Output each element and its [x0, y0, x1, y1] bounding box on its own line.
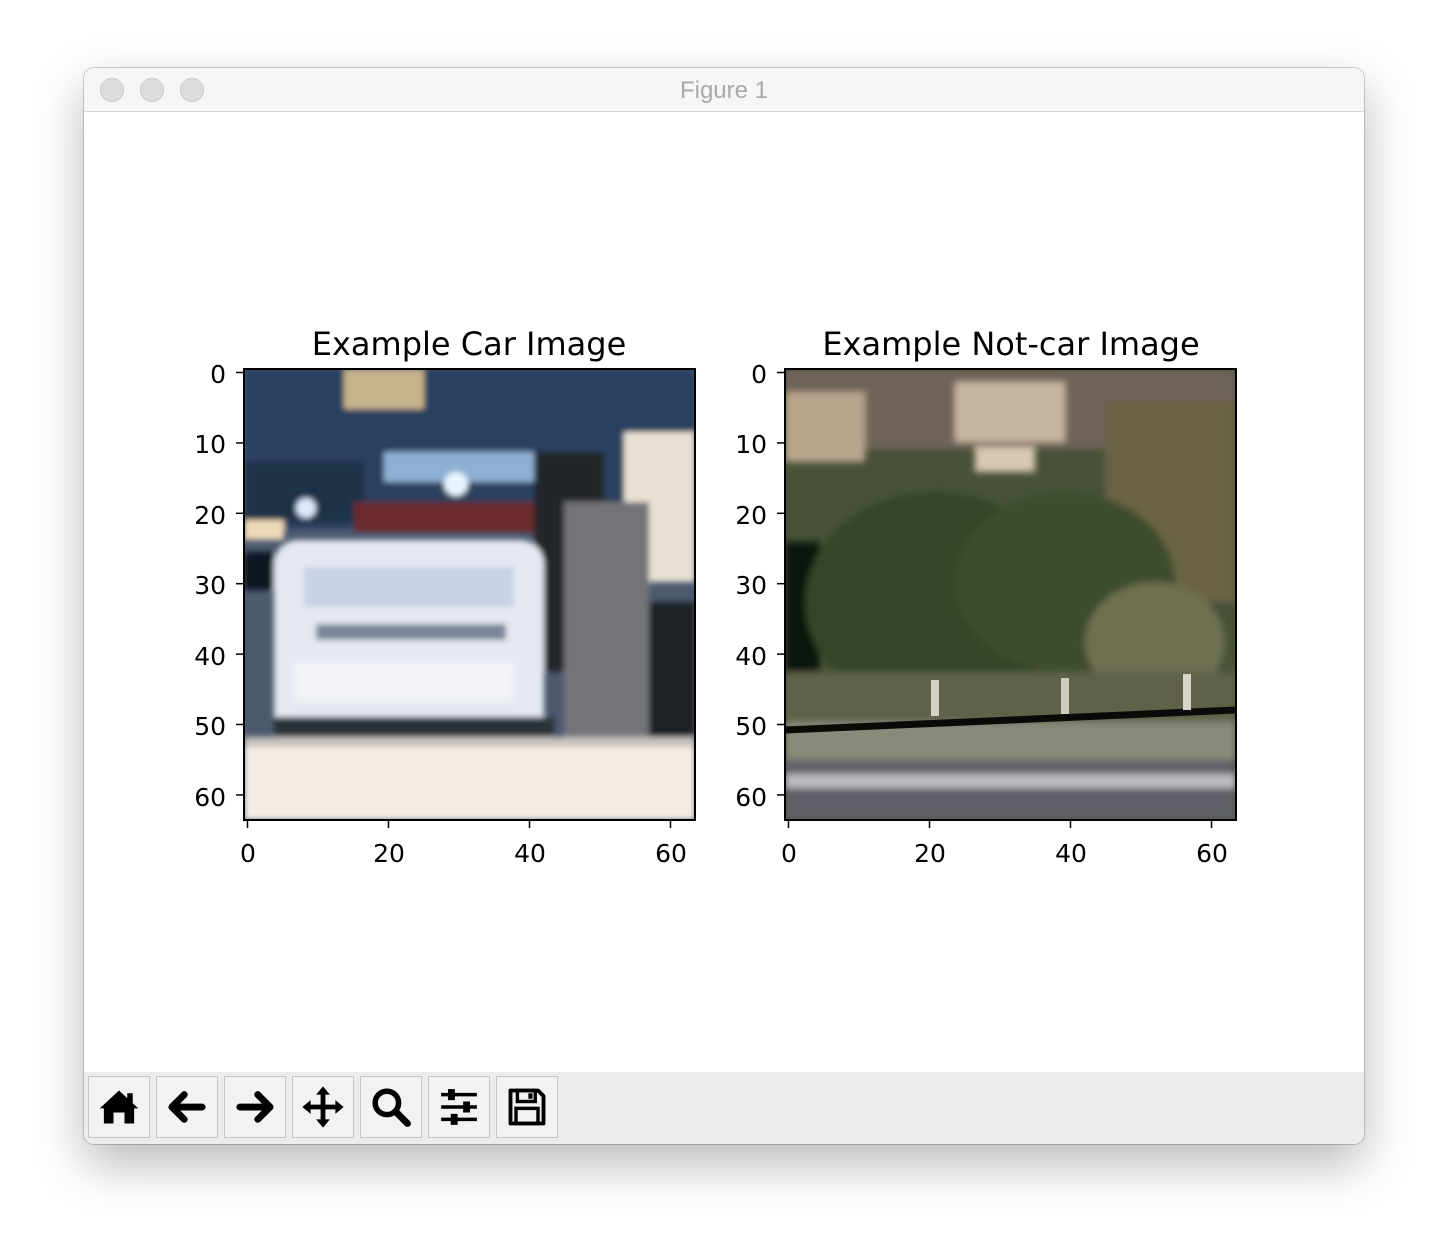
configure-subplots-button[interactable] — [428, 1076, 490, 1138]
right-y-ticks — [777, 371, 785, 796]
right-y-tick-label: 30 — [735, 571, 767, 600]
left-x-tick-label: 40 — [514, 839, 546, 868]
left-y-ticks — [236, 371, 244, 796]
left-y-tick-label: 60 — [194, 783, 226, 812]
left-y-tick-label: 10 — [194, 430, 226, 459]
figure-canvas[interactable]: Example Car Image 0 10 20 30 40 50 60 0 … — [84, 112, 1364, 1072]
home-icon — [99, 1090, 139, 1124]
window-title: Figure 1 — [679, 77, 769, 104]
left-x-tick-label: 20 — [373, 839, 405, 868]
sliders-icon — [441, 1089, 477, 1125]
right-image-axes[interactable] — [775, 362, 1245, 832]
left-axes-title: Example Car Image — [311, 325, 627, 363]
forward-button[interactable] — [224, 1076, 286, 1138]
right-x-tick-label: 0 — [781, 839, 797, 868]
left-y-tick-label: 40 — [194, 642, 226, 671]
right-x-tick-label: 60 — [1196, 839, 1228, 868]
left-y-tick-label: 30 — [194, 571, 226, 600]
right-x-tick-label: 20 — [914, 839, 946, 868]
left-x-tick-label: 60 — [655, 839, 687, 868]
navigation-toolbar — [84, 1072, 1364, 1144]
pan-move-icon — [302, 1086, 344, 1128]
car-photo — [244, 369, 695, 820]
back-button[interactable] — [156, 1076, 218, 1138]
back-arrow-icon — [168, 1091, 206, 1123]
roadside-photo — [785, 369, 1236, 820]
right-y-tick-label: 20 — [735, 501, 767, 530]
save-floppy-icon — [508, 1088, 546, 1126]
right-x-ticks — [787, 820, 1213, 828]
figure-window: Figure 1 Example Car Image 0 10 20 30 40… — [84, 68, 1364, 1144]
left-x-tick-label: 0 — [240, 839, 256, 868]
zoom-button[interactable] — [360, 1076, 422, 1138]
pan-button[interactable] — [292, 1076, 354, 1138]
right-y-tick-label: 50 — [735, 712, 767, 741]
right-axes-title: Example Not-car Image — [822, 325, 1200, 363]
right-y-tick-label: 40 — [735, 642, 767, 671]
left-image-axes[interactable] — [234, 362, 704, 832]
zoom-magnifier-icon — [372, 1088, 411, 1127]
left-y-tick-label: 0 — [210, 360, 226, 389]
left-x-ticks — [246, 820, 672, 828]
home-button[interactable] — [88, 1076, 150, 1138]
right-y-tick-label: 10 — [735, 430, 767, 459]
left-y-tick-label: 20 — [194, 501, 226, 530]
right-y-tick-label: 0 — [751, 360, 767, 389]
forward-arrow-icon — [236, 1091, 274, 1123]
right-x-tick-label: 40 — [1055, 839, 1087, 868]
save-button[interactable] — [496, 1076, 558, 1138]
right-y-tick-label: 60 — [735, 783, 767, 812]
left-y-tick-label: 50 — [194, 712, 226, 741]
title-bar[interactable]: Figure 1 — [84, 68, 1364, 112]
